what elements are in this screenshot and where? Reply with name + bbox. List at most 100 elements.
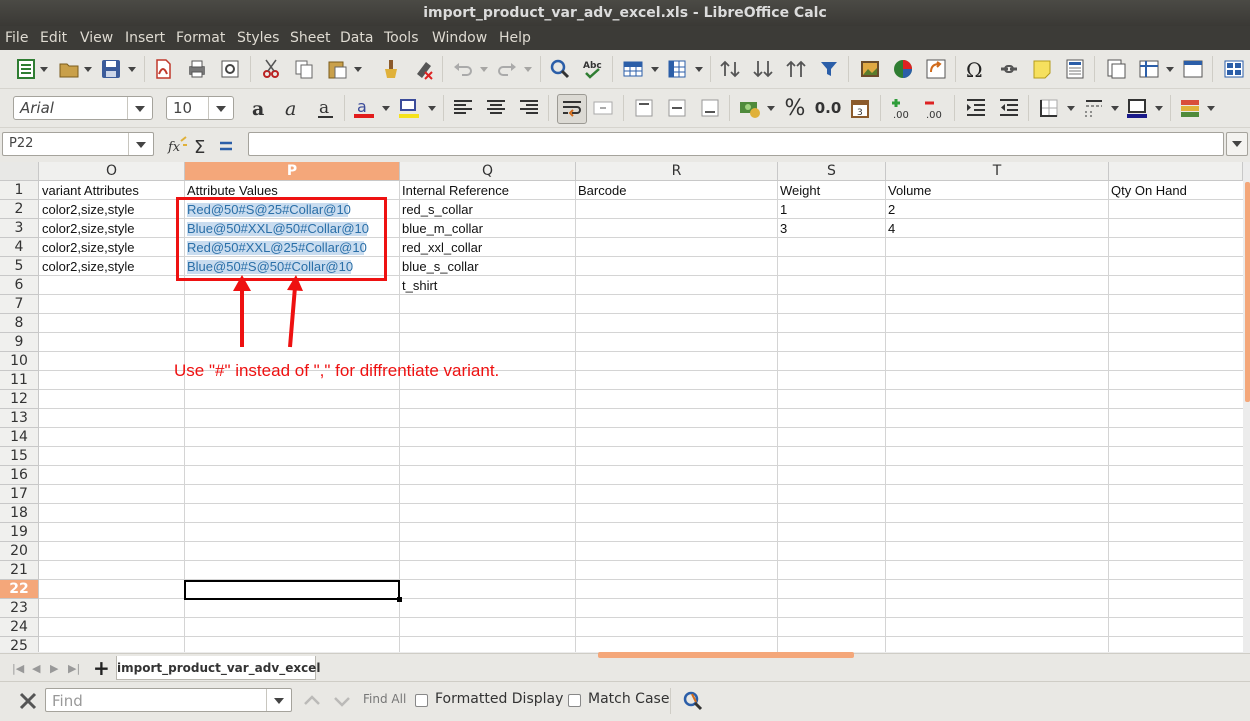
find-and-replace-icon[interactable] — [681, 689, 705, 713]
last-sheet-icon[interactable]: ▶| — [68, 662, 80, 675]
row-header-24[interactable]: 24 — [0, 618, 39, 637]
menu-tools[interactable]: Tools — [384, 26, 419, 50]
save-icon[interactable] — [99, 57, 123, 81]
clear-formatting-icon[interactable] — [412, 57, 436, 81]
row-header-19[interactable]: 19 — [0, 523, 39, 542]
conditional-format-dropdown-icon[interactable] — [1207, 101, 1215, 115]
next-sheet-icon[interactable]: ▶ — [50, 662, 58, 675]
border-style-dropdown-icon[interactable] — [1111, 101, 1119, 115]
row-icon[interactable] — [621, 57, 645, 81]
menu-file[interactable]: File — [5, 26, 28, 50]
row-header-16[interactable]: 16 — [0, 466, 39, 485]
sort-icon[interactable] — [718, 57, 742, 81]
sort-descending-icon[interactable] — [784, 57, 808, 81]
sum-icon[interactable]: Σ — [190, 134, 214, 158]
column-header-o[interactable]: O — [39, 162, 185, 181]
match-case-checkbox[interactable] — [568, 694, 581, 707]
show-draw-functions-icon[interactable] — [1222, 57, 1246, 81]
row-header-4[interactable]: 4 — [0, 238, 39, 257]
row-header-3[interactable]: 3 — [0, 219, 39, 238]
column-header-q[interactable]: Q — [400, 162, 576, 181]
row-header-25[interactable]: 25 — [0, 637, 39, 652]
wrap-text-icon[interactable] — [557, 94, 587, 124]
row-header-18[interactable]: 18 — [0, 504, 39, 523]
menu-window[interactable]: Window — [432, 26, 487, 50]
cell-o4[interactable]: color2,size,style — [40, 238, 184, 257]
border-color-icon[interactable] — [1125, 96, 1149, 120]
cell-q5[interactable]: blue_s_collar — [400, 257, 575, 276]
row-header-8[interactable]: 8 — [0, 314, 39, 333]
redo-dropdown-icon[interactable] — [524, 62, 532, 76]
menu-view[interactable]: View — [80, 26, 113, 50]
align-top-icon[interactable] — [632, 96, 656, 120]
find-dropdown-icon[interactable] — [266, 689, 291, 711]
align-right-icon[interactable] — [517, 96, 541, 120]
find-previous-icon[interactable] — [300, 689, 324, 713]
sheet-tab[interactable]: import_product_var_adv_excel — [116, 656, 320, 680]
currency-dropdown-icon[interactable] — [767, 101, 775, 115]
highlighting-color-icon[interactable] — [397, 96, 421, 120]
select-all-corner[interactable] — [0, 162, 39, 181]
previous-sheet-icon[interactable]: ◀ — [32, 662, 40, 675]
row-header-11[interactable]: 11 — [0, 371, 39, 390]
autofilter-icon[interactable] — [817, 57, 841, 81]
row-header-17[interactable]: 17 — [0, 485, 39, 504]
find-input[interactable]: Find — [45, 688, 292, 712]
row-header-13[interactable]: 13 — [0, 409, 39, 428]
cell-q3[interactable]: blue_m_collar — [400, 219, 575, 238]
cell-q2[interactable]: red_s_collar — [400, 200, 575, 219]
add-sheet-icon[interactable]: + — [93, 656, 110, 680]
autofill-handle[interactable] — [397, 597, 402, 602]
define-print-area-icon[interactable] — [1104, 57, 1128, 81]
find-next-icon[interactable] — [330, 689, 354, 713]
row-header-9[interactable]: 9 — [0, 333, 39, 352]
column-icon[interactable] — [665, 57, 689, 81]
italic-icon[interactable]: a — [281, 96, 305, 120]
column-header-r[interactable]: R — [576, 162, 778, 181]
underline-icon[interactable]: a — [314, 96, 338, 120]
menu-styles[interactable]: Styles — [237, 26, 279, 50]
row-header-14[interactable]: 14 — [0, 428, 39, 447]
merge-center-icon[interactable] — [591, 96, 615, 120]
borders-icon[interactable] — [1037, 96, 1061, 120]
formula-icon[interactable] — [214, 134, 238, 158]
input-line[interactable] — [248, 132, 1224, 156]
row-header-2[interactable]: 2 — [0, 200, 39, 219]
sort-ascending-icon[interactable] — [751, 57, 775, 81]
print-preview-icon[interactable] — [218, 57, 242, 81]
row-header-23[interactable]: 23 — [0, 599, 39, 618]
cell-q4[interactable]: red_xxl_collar — [400, 238, 575, 257]
row-dropdown-icon[interactable] — [651, 62, 659, 76]
new-dropdown-icon[interactable] — [40, 62, 48, 76]
cell-r1[interactable]: Barcode — [576, 181, 777, 200]
name-box-dropdown-icon[interactable] — [128, 133, 153, 155]
row-header-22[interactable]: 22 — [0, 580, 39, 599]
row-header-7[interactable]: 7 — [0, 295, 39, 314]
decrease-indent-icon[interactable] — [997, 96, 1021, 120]
headers-footers-icon[interactable] — [1063, 57, 1087, 81]
date-format-icon[interactable]: 3 — [848, 96, 872, 120]
column-header-u[interactable] — [1109, 162, 1243, 181]
print-icon[interactable] — [185, 57, 209, 81]
align-bottom-icon[interactable] — [698, 96, 722, 120]
redo-icon[interactable] — [495, 57, 519, 81]
cell-t2[interactable]: 2 — [886, 200, 1108, 219]
center-vertically-icon[interactable] — [665, 96, 689, 120]
increase-indent-icon[interactable] — [964, 96, 988, 120]
cell-o2[interactable]: color2,size,style — [40, 200, 184, 219]
column-header-p[interactable]: P — [185, 162, 400, 181]
insert-chart-icon[interactable] — [891, 57, 915, 81]
special-character-icon[interactable]: Ω — [964, 57, 988, 81]
menu-format[interactable]: Format — [176, 26, 225, 50]
row-header-1[interactable]: 1 — [0, 181, 39, 200]
cell-s3[interactable]: 3 — [778, 219, 885, 238]
new-document-icon[interactable] — [14, 57, 38, 81]
menu-edit[interactable]: Edit — [40, 26, 67, 50]
horizontal-scroll-thumb[interactable] — [598, 652, 854, 658]
close-find-bar-icon[interactable] — [16, 689, 40, 713]
highlighting-dropdown-icon[interactable] — [428, 101, 436, 115]
cell-s1[interactable]: Weight — [778, 181, 885, 200]
font-name-box[interactable]: Arial — [13, 96, 153, 120]
active-cell-cursor[interactable] — [184, 580, 400, 600]
cell-o3[interactable]: color2,size,style — [40, 219, 184, 238]
